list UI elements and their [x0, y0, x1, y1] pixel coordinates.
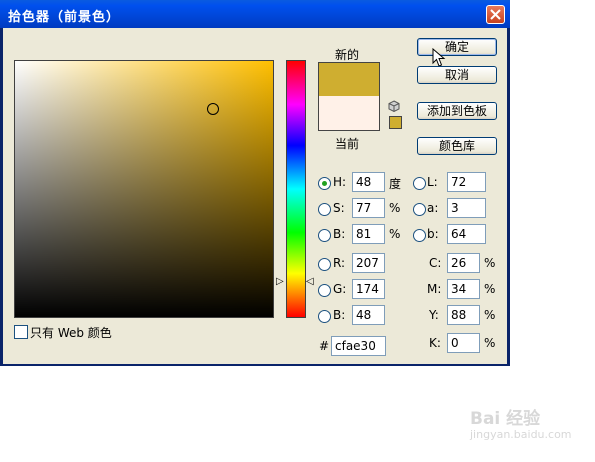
l-label: L: — [427, 175, 438, 189]
h-field[interactable]: 48 — [352, 172, 385, 192]
web-safe-swatch[interactable] — [389, 116, 402, 129]
m-label: M: — [427, 282, 442, 296]
s-field[interactable]: 77 — [352, 198, 385, 218]
watermark-brand: Bai 经验 — [470, 409, 541, 429]
hex-field[interactable]: cfae30 — [331, 336, 386, 356]
color-field-marker[interactable] — [207, 103, 219, 115]
radio-r[interactable] — [318, 258, 331, 271]
r-label: R: — [333, 256, 346, 270]
blue-label: B: — [333, 308, 346, 322]
c-unit: % — [484, 256, 496, 270]
current-color-label: 当前 — [335, 137, 360, 151]
close-icon — [490, 9, 501, 20]
s-label: S: — [333, 201, 345, 215]
out-of-gamut-cube-icon[interactable] — [388, 100, 400, 112]
hex-label: # — [319, 339, 330, 353]
web-only-checkbox[interactable] — [14, 325, 28, 339]
k-label: K: — [429, 336, 441, 350]
m-unit: % — [484, 282, 496, 296]
color-libraries-button[interactable]: 颜色库 — [417, 137, 497, 155]
new-color-swatch — [318, 62, 380, 98]
mouse-cursor-icon — [432, 48, 446, 67]
radio-g[interactable] — [318, 284, 331, 297]
r-field[interactable]: 207 — [352, 253, 385, 273]
l-field[interactable]: 72 — [447, 172, 486, 192]
watermark-url: jingyan.baidu.com — [470, 428, 572, 441]
lab-b-label: b: — [427, 227, 439, 241]
h-unit: 度 — [389, 177, 402, 191]
radio-lab-b[interactable] — [413, 229, 426, 242]
radio-s[interactable] — [318, 203, 331, 216]
radio-blue[interactable] — [318, 310, 331, 323]
c-field[interactable]: 26 — [447, 253, 480, 273]
k-unit: % — [484, 336, 496, 350]
brightness-field[interactable]: 81 — [352, 224, 385, 244]
m-field[interactable]: 34 — [447, 279, 480, 299]
current-color-swatch[interactable] — [318, 96, 380, 131]
h-label: H: — [333, 175, 347, 189]
y-unit: % — [484, 308, 496, 322]
s-unit: % — [389, 201, 401, 215]
window-title: 拾色器（前景色） — [8, 10, 121, 25]
a-field[interactable]: 3 — [447, 198, 486, 218]
hue-slider-right-arrow[interactable]: ◁ — [306, 277, 314, 287]
y-label: Y: — [429, 308, 439, 322]
radio-h[interactable] — [318, 177, 331, 190]
radio-brightness[interactable] — [318, 229, 331, 242]
blue-field[interactable]: 48 — [352, 305, 385, 325]
new-color-label: 新的 — [335, 48, 360, 62]
hue-slider[interactable] — [286, 60, 306, 318]
lab-b-field[interactable]: 64 — [447, 224, 486, 244]
brightness-label: B: — [333, 227, 346, 241]
cancel-button[interactable]: 取消 — [417, 66, 497, 84]
k-field[interactable]: 0 — [447, 333, 480, 353]
add-to-swatches-button[interactable]: 添加到色板 — [417, 102, 497, 120]
y-field[interactable]: 88 — [447, 305, 480, 325]
title-bar[interactable]: 拾色器（前景色） — [0, 0, 510, 28]
brightness-unit: % — [389, 227, 401, 241]
radio-a[interactable] — [413, 203, 426, 216]
web-only-label: 只有 Web 颜色 — [30, 326, 112, 340]
hue-slider-left-arrow[interactable]: ▷ — [276, 277, 284, 287]
color-field[interactable] — [14, 60, 274, 318]
g-label: G: — [333, 282, 347, 296]
radio-l[interactable] — [413, 177, 426, 190]
a-label: a: — [427, 201, 439, 215]
close-button[interactable] — [486, 5, 505, 24]
ok-button[interactable]: 确定 — [417, 38, 497, 56]
g-field[interactable]: 174 — [352, 279, 385, 299]
c-label: C: — [429, 256, 442, 270]
